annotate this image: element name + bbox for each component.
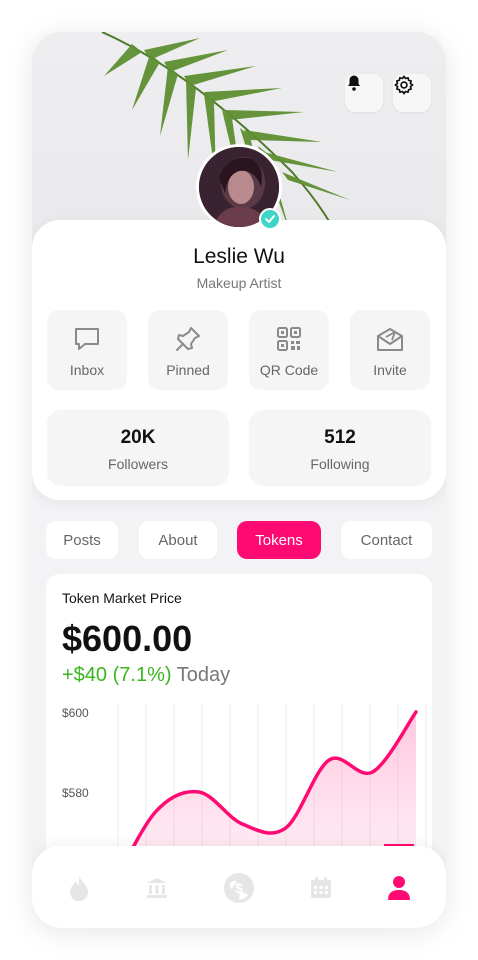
bell-icon [348, 75, 360, 91]
gear-icon [394, 75, 414, 95]
y-tick-label: $600 [62, 706, 89, 720]
svg-text:$: $ [235, 880, 243, 896]
qr-code-button[interactable]: QR Code [249, 310, 329, 390]
tab-tokens[interactable]: Tokens [237, 521, 321, 559]
nav-exchange[interactable]: $ [215, 868, 263, 908]
verified-badge [259, 208, 281, 230]
tab-about[interactable]: About [139, 521, 217, 559]
invite-button[interactable]: Invite [350, 310, 430, 390]
pinned-button[interactable]: Pinned [148, 310, 228, 390]
calendar-icon [311, 877, 331, 898]
pin-icon [176, 327, 200, 351]
following-count: 512 [324, 427, 356, 448]
bottom-nav: $ [32, 846, 446, 928]
followers-stat[interactable]: 20K Followers [47, 410, 229, 486]
followers-label: Followers [108, 456, 168, 472]
qr-code-label: QR Code [259, 362, 319, 378]
price-change-period: Today [176, 664, 231, 686]
profile-name: Leslie Wu [193, 245, 285, 268]
tab-posts[interactable]: Posts [46, 521, 118, 559]
token-chart-card: $600 $580 Token Market Price $600.00 +$4… [46, 574, 432, 874]
nav-bank[interactable] [133, 868, 181, 908]
pinned-label: Pinned [166, 362, 210, 378]
nav-calendar[interactable] [297, 868, 345, 908]
user-icon [388, 876, 410, 900]
invite-label: Invite [373, 362, 407, 378]
qr-code-icon [277, 327, 301, 351]
followers-count: 20K [120, 427, 156, 448]
notifications-button[interactable] [345, 74, 383, 112]
tab-contact[interactable]: Contact [341, 521, 432, 559]
following-label: Following [310, 456, 370, 472]
checkmark-icon [265, 215, 275, 223]
bank-icon [147, 878, 167, 898]
envelope-icon [377, 328, 403, 351]
chart-title: Token Market Price [62, 590, 182, 606]
nav-profile[interactable] [375, 868, 423, 908]
nav-trending[interactable] [55, 868, 103, 908]
chat-bubble-icon [75, 328, 99, 350]
inbox-label: Inbox [69, 362, 105, 378]
settings-button[interactable] [393, 74, 431, 112]
price-change: +$40 (7.1%) Today [62, 664, 230, 687]
profile-screen: Leslie Wu Makeup Artist Inbox Pinned QR … [32, 32, 446, 928]
globe-dollar-icon: $ [224, 873, 254, 903]
y-tick-label: $580 [62, 786, 89, 800]
following-stat[interactable]: 512 Following [249, 410, 431, 486]
profile-role: Makeup Artist [196, 275, 282, 291]
fire-icon [70, 876, 88, 901]
token-price: $600.00 [62, 618, 193, 659]
avatar[interactable] [196, 144, 282, 230]
price-change-value: +$40 (7.1%) [62, 664, 172, 686]
inbox-button[interactable]: Inbox [47, 310, 127, 390]
